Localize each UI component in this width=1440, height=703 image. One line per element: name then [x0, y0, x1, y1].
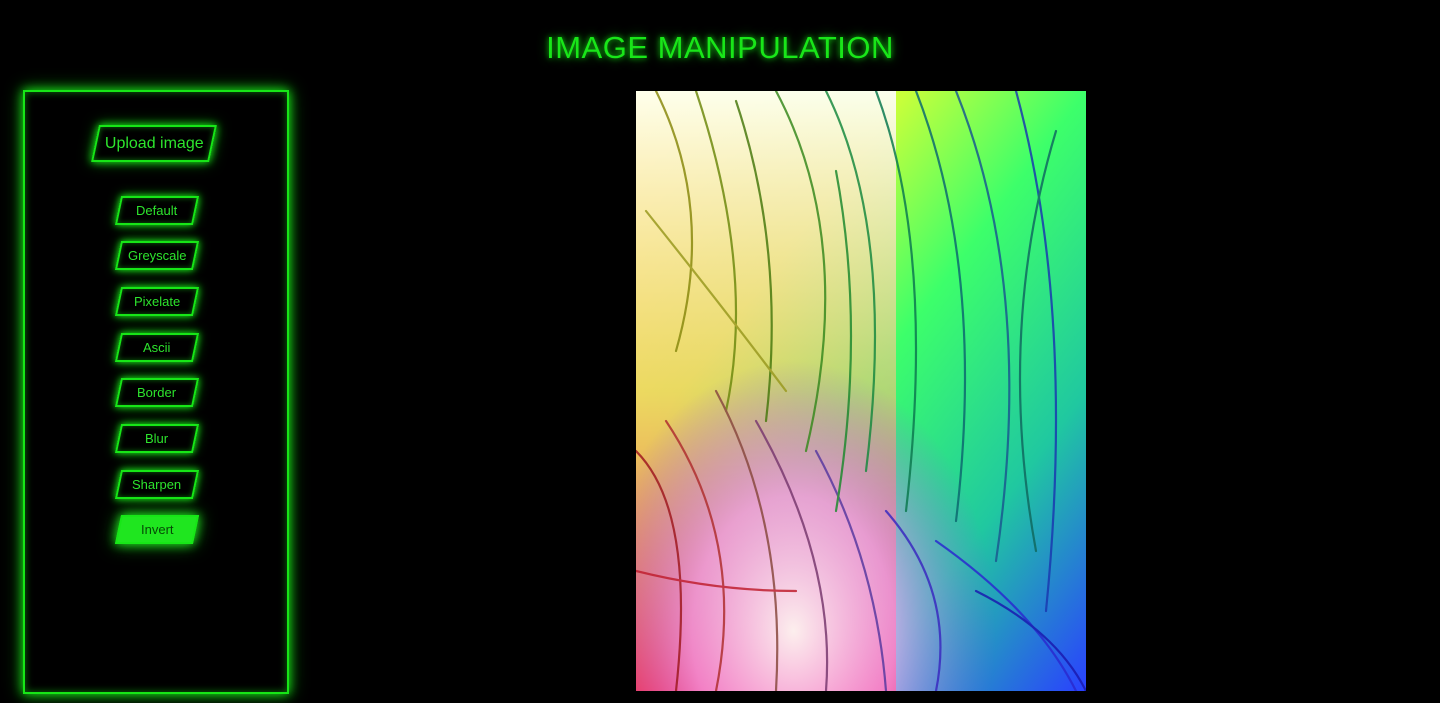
- blur-filter-button[interactable]: Blur: [114, 424, 200, 453]
- greyscale-filter-button[interactable]: Greyscale: [114, 241, 200, 270]
- filter-label: Blur: [145, 431, 169, 446]
- upload-image-label: Upload image: [104, 134, 204, 152]
- filter-label: Greyscale: [127, 248, 187, 263]
- border-filter-button[interactable]: Border: [114, 378, 200, 407]
- filter-label: Ascii: [143, 340, 171, 355]
- filter-label: Invert: [140, 522, 174, 537]
- inverted-pine-needles-image: [636, 91, 1086, 691]
- page-title: IMAGE MANIPULATION: [546, 30, 894, 65]
- default-filter-button[interactable]: Default: [114, 196, 200, 225]
- ascii-filter-button[interactable]: Ascii: [114, 333, 200, 362]
- sharpen-filter-button[interactable]: Sharpen: [114, 470, 200, 499]
- filter-label: Border: [137, 385, 177, 400]
- invert-filter-button[interactable]: Invert: [114, 515, 200, 544]
- image-preview: [636, 91, 1086, 691]
- filter-label: Sharpen: [132, 477, 182, 492]
- upload-image-button[interactable]: Upload image: [91, 125, 217, 162]
- pixelate-filter-button[interactable]: Pixelate: [114, 287, 200, 316]
- filter-sidebar: Upload image Default Greyscale Pixelate …: [23, 90, 289, 694]
- filter-label: Pixelate: [133, 294, 181, 309]
- filter-label: Default: [136, 203, 178, 218]
